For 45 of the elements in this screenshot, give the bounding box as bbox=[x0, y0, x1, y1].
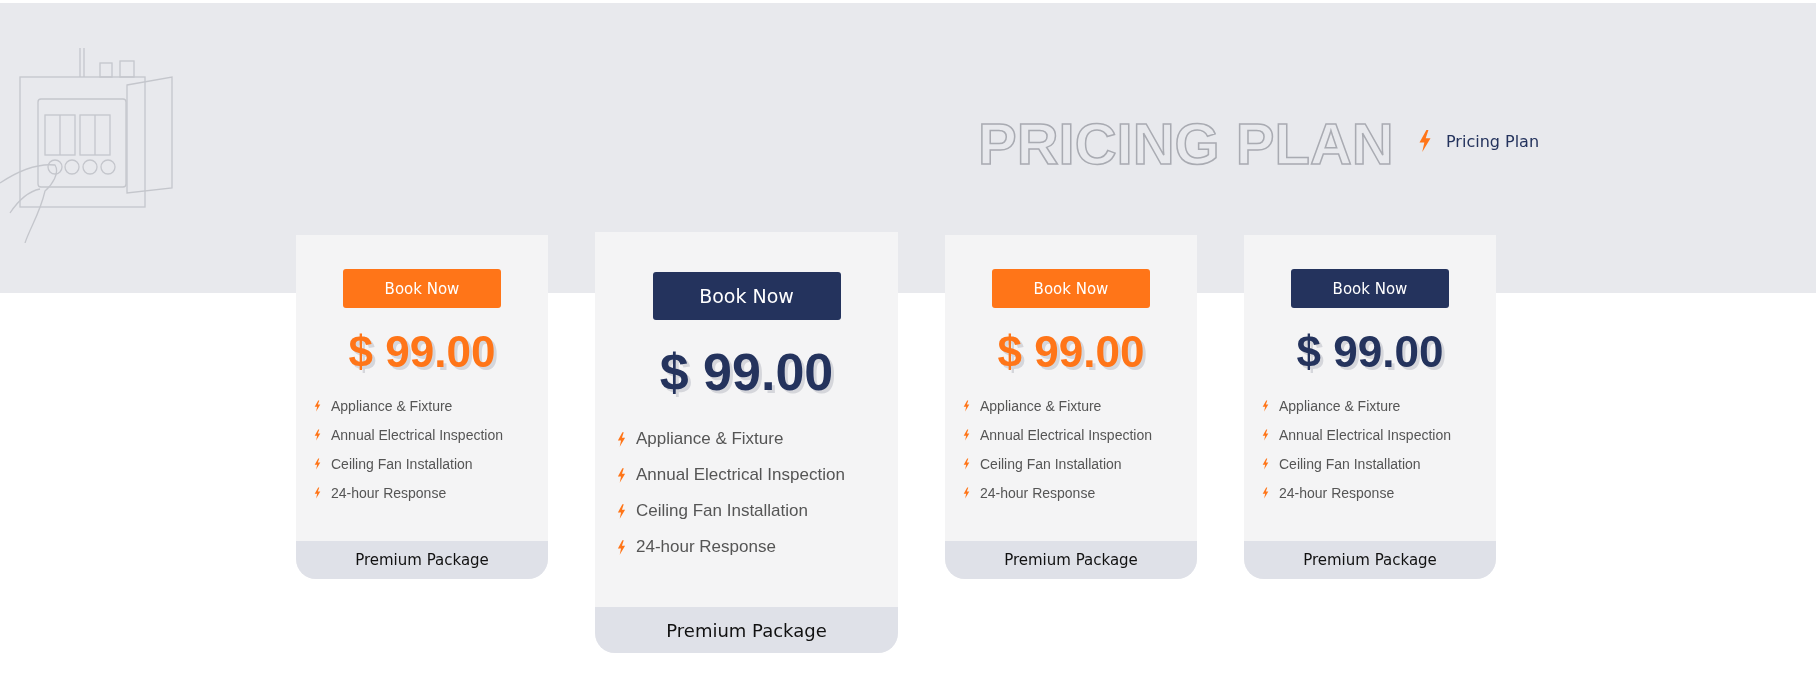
price: $ 99.00 bbox=[1296, 328, 1444, 377]
lightning-bolt-icon bbox=[314, 429, 321, 442]
book-now-button[interactable]: Book Now bbox=[652, 272, 841, 320]
price: $ 99.00 bbox=[348, 328, 496, 377]
page-title-outline: PRICING PLAN bbox=[978, 115, 1394, 173]
feature-text: Ceiling Fan Installation bbox=[331, 456, 473, 473]
package-name: Premium Package bbox=[945, 541, 1197, 580]
lightning-bolt-icon bbox=[963, 400, 970, 413]
feature-text: Appliance & Fixture bbox=[1279, 398, 1401, 415]
lightning-bolt-icon bbox=[314, 458, 321, 471]
lightning-bolt-icon bbox=[1262, 487, 1269, 500]
feature-text: Annual Electrical Inspection bbox=[980, 427, 1152, 444]
lightning-bolt-icon bbox=[963, 458, 970, 471]
feature-text: Appliance & Fixture bbox=[636, 429, 784, 450]
feature-text: 24-hour Response bbox=[1279, 485, 1395, 502]
feature-text: Ceiling Fan Installation bbox=[636, 501, 808, 522]
book-now-button[interactable]: Book Now bbox=[1291, 269, 1449, 308]
lightning-bolt-icon bbox=[1262, 400, 1269, 413]
feature-text: Annual Electrical Inspection bbox=[331, 427, 503, 444]
price: $ 99.00 bbox=[659, 344, 834, 402]
lightning-bolt-icon bbox=[314, 400, 321, 413]
lightning-bolt-icon bbox=[1418, 130, 1432, 152]
lightning-bolt-icon bbox=[963, 429, 970, 442]
feature-text: 24-hour Response bbox=[980, 485, 1096, 502]
package-name: Premium Package bbox=[595, 607, 898, 654]
price: $ 99.00 bbox=[997, 328, 1145, 377]
lightning-bolt-icon bbox=[617, 467, 626, 483]
feature-text: Ceiling Fan Installation bbox=[980, 456, 1122, 473]
package-name: Premium Package bbox=[1244, 541, 1496, 580]
feature-text: 24-hour Response bbox=[636, 537, 776, 558]
feature-text: 24-hour Response bbox=[331, 485, 447, 502]
feature-text: Appliance & Fixture bbox=[331, 398, 453, 415]
feature-text: Annual Electrical Inspection bbox=[1279, 427, 1451, 444]
lightning-bolt-icon bbox=[617, 539, 626, 555]
feature-text: Ceiling Fan Installation bbox=[1279, 456, 1421, 473]
package-name: Premium Package bbox=[296, 541, 548, 580]
lightning-bolt-icon bbox=[617, 431, 626, 447]
feature-text: Annual Electrical Inspection bbox=[636, 465, 845, 486]
lightning-bolt-icon bbox=[617, 503, 626, 519]
lightning-bolt-icon bbox=[1262, 429, 1269, 442]
feature-text: Appliance & Fixture bbox=[980, 398, 1102, 415]
lightning-bolt-icon bbox=[1262, 458, 1269, 471]
breadcrumb[interactable]: Pricing Plan bbox=[1446, 131, 1540, 151]
lightning-bolt-icon bbox=[963, 487, 970, 500]
lightning-bolt-icon bbox=[314, 487, 321, 500]
